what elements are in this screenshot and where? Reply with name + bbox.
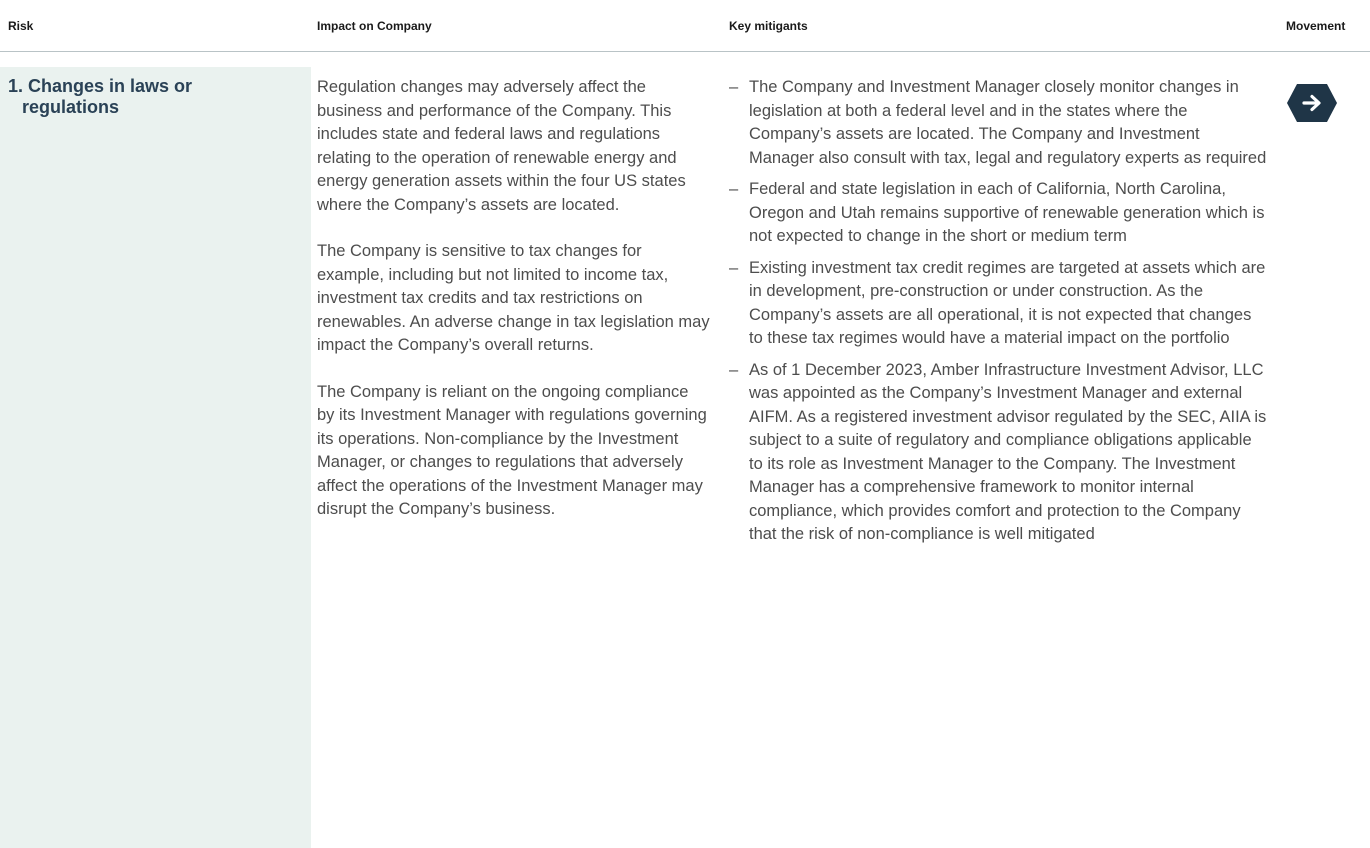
risk-title: 1. Changes in laws or regulations bbox=[8, 76, 298, 118]
header-risk: Risk bbox=[8, 19, 34, 33]
header-mitigants: Key mitigants bbox=[729, 19, 808, 33]
mitigant-text: Federal and state legislation in each of… bbox=[749, 180, 1265, 245]
dash-marker: – bbox=[729, 78, 739, 96]
dash-marker: – bbox=[729, 360, 739, 379]
risk-title-line: regulations bbox=[22, 97, 120, 117]
table-header: Risk Impact on Company Key mitigants Mov… bbox=[0, 0, 1370, 52]
mitigant-item: – Federal and state legislation in each … bbox=[729, 178, 1269, 249]
mitigant-item: – As of 1 December 2023, Amber Infrastru… bbox=[729, 359, 1269, 547]
risk-cell-background bbox=[0, 67, 311, 848]
mitigant-text: Existing investment tax credit regimes a… bbox=[749, 258, 1266, 348]
mitigant-item: – The Company and Investment Manager clo… bbox=[729, 76, 1269, 170]
impact-paragraph: Regulation changes may adversely affect … bbox=[317, 78, 686, 214]
mitigant-text: The Company and Investment Manager close… bbox=[749, 78, 1267, 167]
impact-cell: Regulation changes may adversely affect … bbox=[317, 76, 710, 545]
risk-title-line: 1. Changes in laws or bbox=[8, 76, 193, 96]
header-divider bbox=[0, 51, 1370, 52]
impact-paragraph: The Company is sensitive to tax changes … bbox=[317, 242, 710, 354]
dash-marker: – bbox=[729, 258, 739, 277]
dash-marker: – bbox=[729, 180, 739, 198]
mitigant-item: – Existing investment tax credit regimes… bbox=[729, 257, 1269, 351]
impact-paragraph: The Company is reliant on the ongoing co… bbox=[317, 382, 707, 519]
movement-indicator bbox=[1286, 83, 1338, 123]
mitigants-list: – The Company and Investment Manager clo… bbox=[729, 76, 1269, 555]
mitigant-text: As of 1 December 2023, Amber Infrastruct… bbox=[749, 360, 1267, 544]
header-movement: Movement bbox=[1286, 19, 1346, 33]
header-impact: Impact on Company bbox=[317, 19, 432, 33]
arrow-right-hexagon-icon bbox=[1287, 84, 1337, 122]
